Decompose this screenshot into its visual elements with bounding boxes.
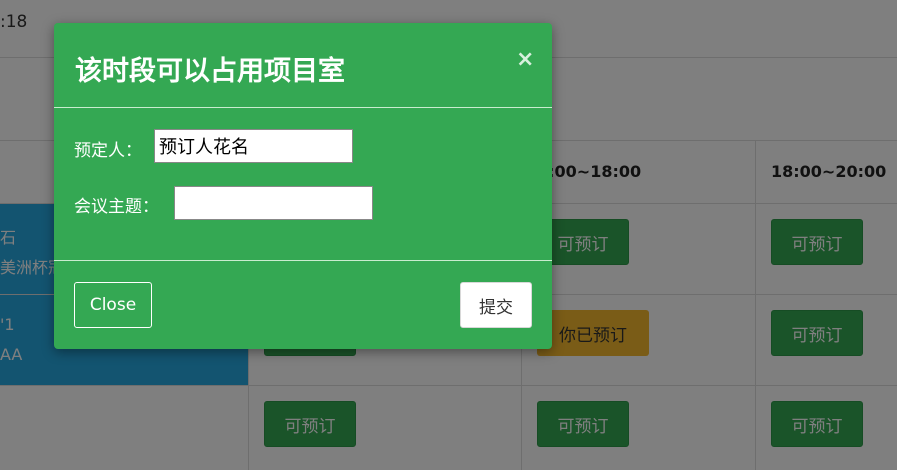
modal-title: 该时段可以占用项目室 <box>75 56 345 87</box>
close-button[interactable]: Close <box>74 282 152 328</box>
topic-input[interactable] <box>174 186 373 220</box>
modal-footer-divider <box>54 260 552 261</box>
modal-header-divider <box>54 107 552 108</box>
close-icon[interactable]: × <box>516 47 534 72</box>
booking-modal: 该时段可以占用项目室 × 预定人： 会议主题： Close 提交 <box>54 23 552 349</box>
booker-label: 预定人： <box>74 141 142 161</box>
submit-button[interactable]: 提交 <box>460 282 532 328</box>
booker-input[interactable] <box>154 129 353 163</box>
topic-label: 会议主题： <box>74 197 159 217</box>
